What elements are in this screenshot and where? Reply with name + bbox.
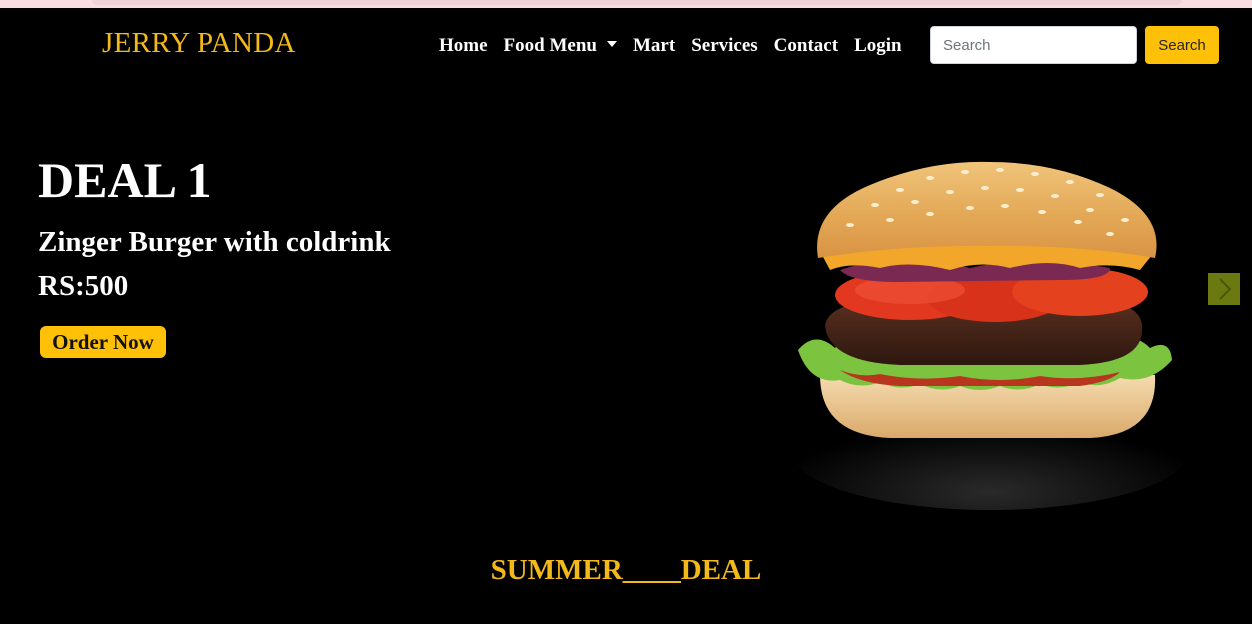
nav-login[interactable]: Login xyxy=(854,35,902,57)
carousel-next-button[interactable] xyxy=(1208,273,1240,305)
nav-services[interactable]: Services xyxy=(691,35,757,57)
deal-price: RS:500 xyxy=(38,270,129,302)
browser-top-strip xyxy=(0,0,1252,8)
search-input[interactable] xyxy=(930,26,1137,64)
nav-links: Home Food Menu Mart Services Contact Log… xyxy=(439,35,918,57)
deal-description: Zinger Burger with coldrink xyxy=(38,226,391,258)
nav-contact[interactable]: Contact xyxy=(774,35,838,57)
nav-food-menu-label: Food Menu xyxy=(503,35,597,56)
navbar: JERRY PANDA Home Food Menu Mart Services… xyxy=(0,8,1252,82)
section-title: SUMMER____DEAL xyxy=(490,554,762,586)
order-now-button[interactable]: Order Now xyxy=(40,326,166,358)
nav-mart[interactable]: Mart xyxy=(633,35,675,57)
search-button[interactable]: Search xyxy=(1145,26,1219,64)
burger-image xyxy=(790,161,1190,510)
chevron-right-icon xyxy=(1219,278,1232,300)
caret-down-icon xyxy=(606,41,617,47)
deal-title: DEAL 1 xyxy=(38,152,212,208)
nav-food-menu-dropdown[interactable]: Food Menu xyxy=(504,35,617,57)
nav-home[interactable]: Home xyxy=(439,35,488,57)
brand-logo[interactable]: JERRY PANDA xyxy=(102,27,296,60)
browser-tab-shadow xyxy=(92,0,1182,5)
